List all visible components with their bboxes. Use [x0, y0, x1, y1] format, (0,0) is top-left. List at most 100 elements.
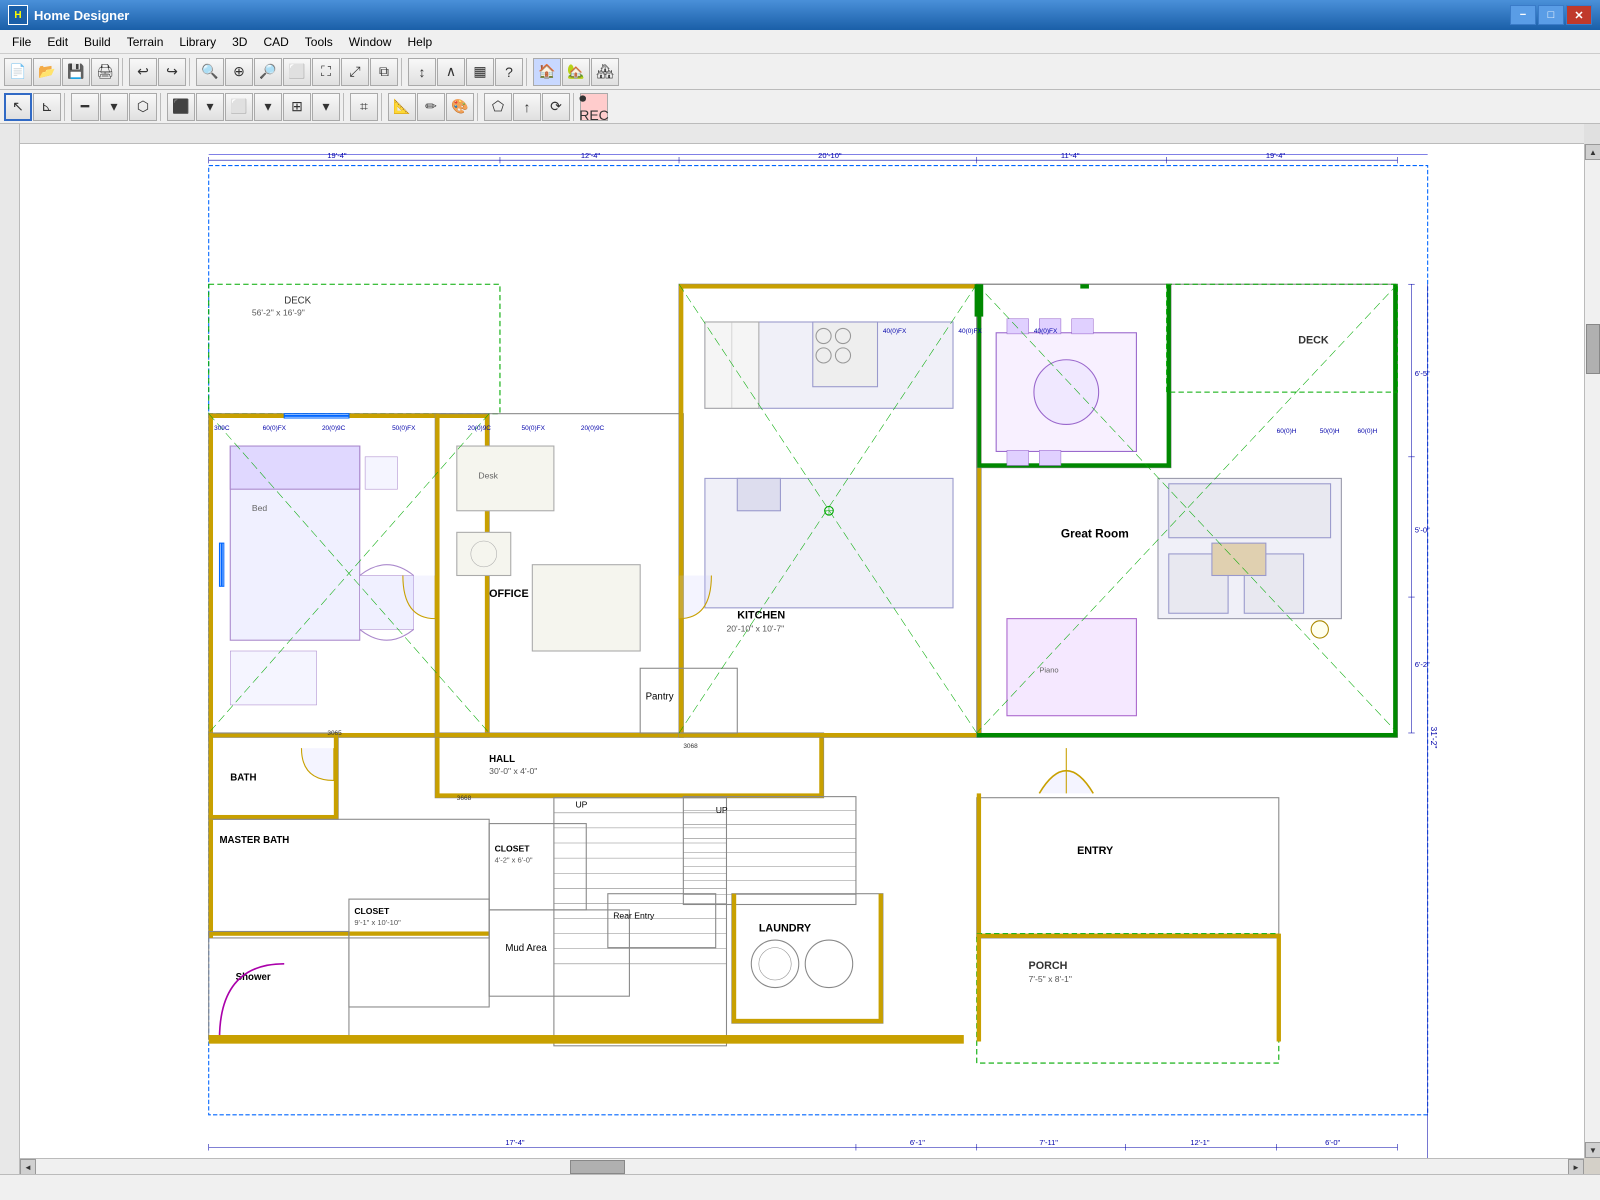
svg-text:DECK: DECK — [1298, 335, 1329, 347]
tools-button[interactable]: ⧉ — [370, 58, 398, 86]
house-button[interactable]: 🏠 — [533, 58, 561, 86]
status-bar — [0, 1174, 1600, 1200]
zoom-full-button[interactable]: ⤢ — [341, 58, 369, 86]
minimize-button[interactable]: − — [1510, 5, 1536, 25]
wall-drop[interactable]: ▾ — [100, 93, 128, 121]
floor-plan-canvas[interactable]: DECK 56'-2" x 16'-9" MASTER BDRM — [20, 144, 1584, 1158]
svg-text:LAUNDRY: LAUNDRY — [759, 922, 811, 934]
svg-text:20(0)9C: 20(0)9C — [468, 425, 492, 432]
zoom-in-button[interactable]: 🔍 — [196, 58, 224, 86]
svg-text:309C: 309C — [214, 425, 230, 432]
app-title: Home Designer — [34, 8, 1510, 23]
window-drop[interactable]: ▾ — [312, 93, 340, 121]
svg-text:CLOSET: CLOSET — [495, 844, 531, 854]
svg-text:9'-1" x 10'-10": 9'-1" x 10'-10" — [354, 918, 401, 927]
undo-button[interactable]: ↩ — [129, 58, 157, 86]
pointer-button[interactable]: ↖ — [4, 93, 32, 121]
help-button[interactable]: ? — [495, 58, 523, 86]
menu-library[interactable]: Library — [171, 30, 224, 53]
menu-3d[interactable]: 3D — [224, 30, 255, 53]
scroll-down-button[interactable]: ▼ — [1585, 1142, 1600, 1158]
svg-text:31'-2": 31'-2" — [1429, 727, 1439, 749]
scrollbar-thumb-h[interactable] — [570, 1160, 625, 1174]
menu-cad[interactable]: CAD — [255, 30, 296, 53]
text-button[interactable]: ✏ — [417, 93, 445, 121]
svg-text:4'-2" x 6'-0": 4'-2" x 6'-0" — [495, 855, 533, 864]
svg-text:11'-4": 11'-4" — [1061, 151, 1080, 160]
window-button[interactable]: ⊞ — [283, 93, 311, 121]
open-button[interactable]: 📂 — [33, 58, 61, 86]
close-button[interactable]: ✕ — [1566, 5, 1592, 25]
grid-button[interactable]: ▦ — [466, 58, 494, 86]
scroll-up-button[interactable]: ▲ — [1585, 144, 1600, 160]
arrow-button[interactable]: ↑ — [513, 93, 541, 121]
record-button[interactable]: ⏺ REC — [580, 93, 608, 121]
wall-button[interactable]: ━ — [71, 93, 99, 121]
menu-help[interactable]: Help — [399, 30, 440, 53]
scrollbar-horizontal[interactable]: ◄ ► — [20, 1158, 1584, 1174]
canvas-wrapper[interactable]: DECK 56'-2" x 16'-9" MASTER BDRM — [20, 124, 1600, 1174]
scroll-right-button[interactable]: ► — [1568, 1159, 1584, 1174]
svg-text:MASTER BATH: MASTER BATH — [219, 835, 289, 846]
edit-tool-button[interactable]: ⊾ — [33, 93, 61, 121]
sep2 — [189, 58, 193, 86]
door-drop[interactable]: ▾ — [254, 93, 282, 121]
svg-text:40(0)FX: 40(0)FX — [1034, 328, 1058, 335]
svg-text:UP: UP — [575, 799, 587, 809]
svg-text:7'-5" x 8'-1": 7'-5" x 8'-1" — [1029, 974, 1072, 984]
toolbar-main: 📄 📂 💾 🖨 ↩ ↪ 🔍 ⊕ 🔎 ⬜ ⛶ ⤢ ⧉ ↕ ∧ ▦ ? 🏠 🏡 🏘 — [0, 54, 1600, 90]
svg-text:HALL: HALL — [489, 754, 515, 765]
zoom-out-button[interactable]: 🔎 — [254, 58, 282, 86]
scrollbar-thumb-v[interactable] — [1586, 324, 1600, 374]
save-button[interactable]: 💾 — [62, 58, 90, 86]
select-area-button[interactable]: ⬜ — [283, 58, 311, 86]
title-bar: H Home Designer − □ ✕ — [0, 0, 1600, 30]
rotate-button[interactable]: ⟳ — [542, 93, 570, 121]
svg-text:3668: 3668 — [457, 795, 472, 802]
ruler-left-svg — [0, 124, 20, 1124]
svg-text:20(0)9C: 20(0)9C — [581, 425, 605, 432]
svg-text:3068: 3068 — [683, 743, 698, 750]
redo-button[interactable]: ↪ — [158, 58, 186, 86]
menu-build[interactable]: Build — [76, 30, 119, 53]
svg-text:3065: 3065 — [327, 730, 342, 737]
print-button[interactable]: 🖨 — [91, 58, 119, 86]
menu-tools[interactable]: Tools — [297, 30, 341, 53]
svg-text:BATH: BATH — [230, 772, 256, 783]
scrollbar-vertical[interactable]: ▲ ▼ — [1584, 144, 1600, 1158]
svg-text:KITCHEN: KITCHEN — [737, 610, 785, 622]
svg-text:40(0)FX: 40(0)FX — [958, 328, 982, 335]
arrow-up-button[interactable]: ↕ — [408, 58, 436, 86]
menu-terrain[interactable]: Terrain — [119, 30, 172, 53]
svg-text:30'-0" x 4'-0": 30'-0" x 4'-0" — [489, 766, 537, 776]
cabinet-button[interactable]: ⬛ — [167, 93, 195, 121]
menu-window[interactable]: Window — [341, 30, 400, 53]
toolbar-draw: ↖ ⊾ ━ ▾ ⬡ ⬛ ▾ ⬜ ▾ ⊞ ▾ ⌗ 📐 ✏ 🎨 ⬠ ↑ ⟳ ⏺ RE… — [0, 90, 1600, 124]
svg-text:19'-4": 19'-4" — [1266, 151, 1286, 160]
ruler-top — [20, 124, 1584, 144]
room-button[interactable]: ⬡ — [129, 93, 157, 121]
scroll-left-button[interactable]: ◄ — [20, 1159, 36, 1174]
sep6 — [160, 93, 164, 121]
house3-button[interactable]: 🏘 — [591, 58, 619, 86]
new-button[interactable]: 📄 — [4, 58, 32, 86]
inner-layout: DECK 56'-2" x 16'-9" MASTER BDRM — [0, 124, 1600, 1174]
stair-button[interactable]: ⌗ — [350, 93, 378, 121]
svg-text:ENTRY: ENTRY — [1077, 845, 1113, 857]
house2-button[interactable]: 🏡 — [562, 58, 590, 86]
svg-text:12'-4": 12'-4" — [581, 151, 601, 160]
svg-text:19'-4": 19'-4" — [327, 151, 347, 160]
menu-edit[interactable]: Edit — [39, 30, 76, 53]
dimension-button[interactable]: 📐 — [388, 93, 416, 121]
svg-text:17'-4": 17'-4" — [505, 1138, 525, 1147]
maximize-button[interactable]: □ — [1538, 5, 1564, 25]
door-button[interactable]: ⬜ — [225, 93, 253, 121]
line-button[interactable]: ∧ — [437, 58, 465, 86]
cabinet-drop[interactable]: ▾ — [196, 93, 224, 121]
ruler-top-svg — [20, 124, 1584, 144]
shape-button[interactable]: ⬠ — [484, 93, 512, 121]
menu-file[interactable]: File — [4, 30, 39, 53]
zoom-window-button[interactable]: ⛶ — [312, 58, 340, 86]
color-button[interactable]: 🎨 — [446, 93, 474, 121]
zoom-fit-button[interactable]: ⊕ — [225, 58, 253, 86]
